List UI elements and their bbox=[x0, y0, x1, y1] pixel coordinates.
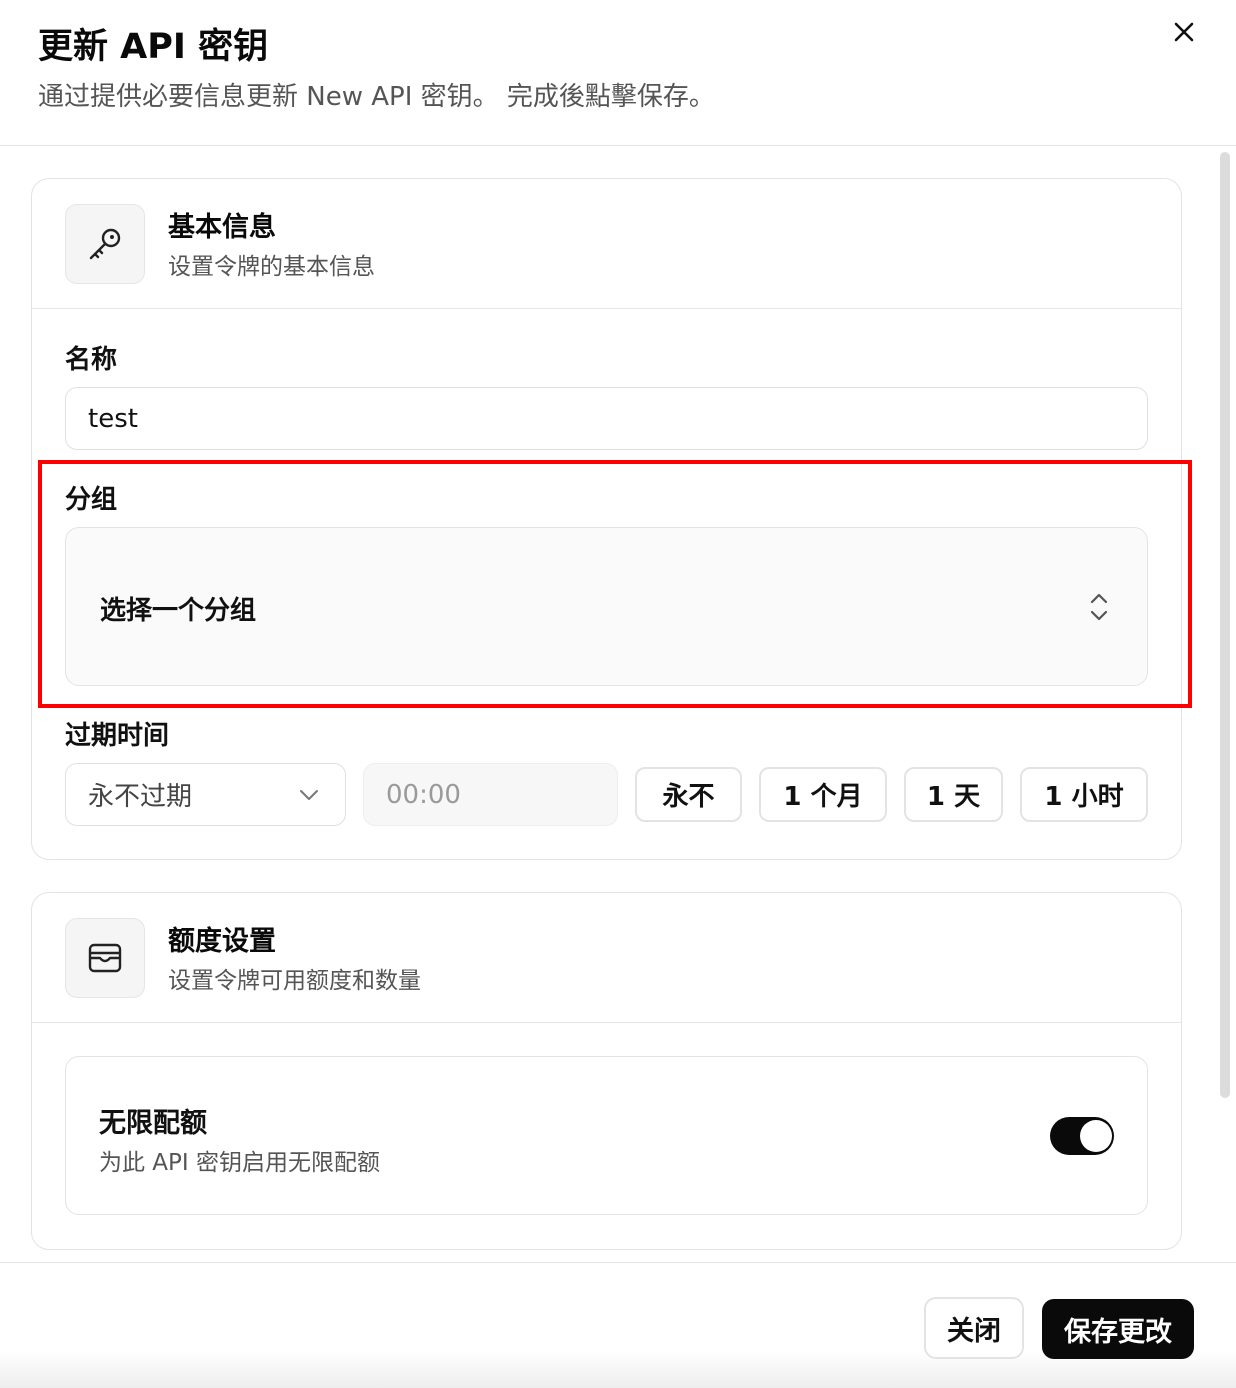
group-label: 分组 bbox=[65, 485, 118, 515]
save-changes-button[interactable]: 保存更改 bbox=[1042, 1299, 1194, 1359]
close-button[interactable]: 关闭 bbox=[924, 1297, 1024, 1359]
key-icon bbox=[89, 228, 121, 260]
preset-1-month-button[interactable]: 1 个月 bbox=[759, 767, 887, 822]
name-label: 名称 bbox=[65, 345, 118, 375]
update-api-key-dialog: 更新 API 密钥 通过提供必要信息更新 New API 密钥。 完成後點擊保存… bbox=[0, 0, 1236, 1388]
unlimited-quota-desc: 为此 API 密钥启用无限配额 bbox=[99, 1150, 381, 1176]
close-icon[interactable] bbox=[1168, 16, 1200, 48]
basic-info-icon-box bbox=[65, 204, 145, 284]
dialog-subtitle: 通过提供必要信息更新 New API 密钥。 完成後點擊保存。 bbox=[38, 82, 715, 112]
preset-never-button[interactable]: 永不 bbox=[635, 767, 742, 822]
preset-1-day-button[interactable]: 1 天 bbox=[904, 767, 1003, 822]
name-input[interactable]: test bbox=[65, 387, 1148, 450]
unlimited-quota-toggle[interactable] bbox=[1050, 1117, 1114, 1155]
preset-1-hour-button[interactable]: 1 小时 bbox=[1020, 767, 1148, 822]
dialog-header: 更新 API 密钥 通过提供必要信息更新 New API 密钥。 完成後點擊保存… bbox=[0, 0, 1236, 146]
quota-desc: 设置令牌可用额度和数量 bbox=[168, 968, 421, 994]
toggle-knob bbox=[1080, 1120, 1112, 1152]
basic-info-title: 基本信息 bbox=[168, 212, 276, 243]
group-select[interactable]: 选择一个分组 bbox=[65, 527, 1148, 686]
wallet-icon bbox=[88, 943, 122, 973]
unlimited-quota-row: 无限配额 为此 API 密钥启用无限配额 bbox=[65, 1056, 1148, 1215]
chevron-down-icon bbox=[300, 790, 318, 800]
dialog-footer: 关闭 保存更改 bbox=[0, 1262, 1236, 1388]
quota-icon-box bbox=[65, 918, 145, 998]
basic-info-desc: 设置令牌的基本信息 bbox=[168, 254, 375, 280]
chevron-up-down-icon bbox=[1090, 593, 1108, 621]
unlimited-quota-title: 无限配额 bbox=[99, 1108, 207, 1139]
scrollbar[interactable] bbox=[1220, 152, 1230, 1098]
quota-title: 额度设置 bbox=[168, 926, 276, 957]
dialog-title: 更新 API 密钥 bbox=[38, 27, 269, 67]
group-select-placeholder: 选择一个分组 bbox=[100, 596, 257, 626]
expiry-select-value: 永不过期 bbox=[88, 782, 193, 812]
quota-header: 额度设置 设置令牌可用额度和数量 bbox=[32, 893, 1181, 1023]
expiry-select[interactable]: 永不过期 bbox=[65, 763, 346, 826]
expiry-label: 过期时间 bbox=[65, 721, 170, 751]
expiry-time-input[interactable]: 00:00 bbox=[363, 763, 618, 826]
dialog-body: 基本信息 设置令牌的基本信息 名称 test 分组 选择一个分组 过期时间 永不… bbox=[0, 146, 1236, 1262]
basic-info-card: 基本信息 设置令牌的基本信息 名称 test 分组 选择一个分组 过期时间 永不… bbox=[31, 178, 1182, 860]
quota-card: 额度设置 设置令牌可用额度和数量 无限配额 为此 API 密钥启用无限配额 bbox=[31, 892, 1182, 1250]
basic-info-header: 基本信息 设置令牌的基本信息 bbox=[32, 179, 1181, 309]
